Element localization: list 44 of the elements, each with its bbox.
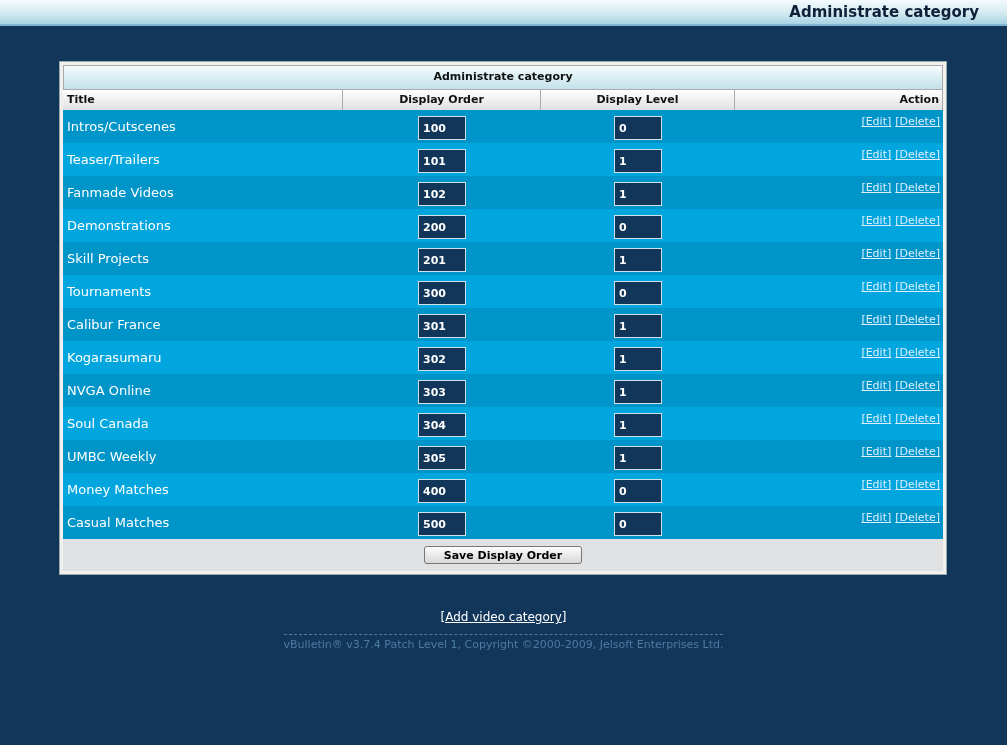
display-level-field[interactable]: 1 [614,314,662,338]
category-title: Intros/Cutscenes [67,119,176,134]
copyright-footer: vBulletin® v3.7.4 Patch Level 1, Copyright ©2000-2009, Jelsoft Enterprises Ltd. [283,634,724,654]
category-title: Soul Canada [67,416,149,431]
display-order-field[interactable]: 500 [418,512,466,536]
save-display-order-button[interactable]: Save Display Order [424,546,582,564]
display-order-field[interactable]: 102 [418,182,466,206]
category-title: Demonstrations [67,218,171,233]
display-level-field[interactable]: 1 [614,248,662,272]
table-title: Administrate category [433,69,573,86]
page-title: Administrate category [789,1,979,23]
category-title: NVGA Online [67,383,151,398]
display-level-field[interactable]: 0 [614,281,662,305]
add-video-category-link[interactable]: [Add video category] [440,608,567,626]
display-level-field[interactable]: 1 [614,413,662,437]
display-order-field[interactable]: 304 [418,413,466,437]
category-title: Calibur France [67,317,161,332]
display-level-field[interactable]: 0 [614,512,662,536]
display-order-field[interactable]: 301 [418,314,466,338]
display-order-field[interactable]: 100 [418,116,466,140]
display-level-field[interactable]: 0 [614,116,662,140]
category-title: Kogarasumaru [67,350,162,365]
display-order-field[interactable]: 200 [418,215,466,239]
display-order-field[interactable]: 302 [418,347,466,371]
display-order-field[interactable]: 400 [418,479,466,503]
category-title: Fanmade Videos [67,185,174,200]
display-level-field[interactable]: 1 [614,380,662,404]
category-title: Money Matches [67,482,169,497]
display-level-field[interactable]: 1 [614,347,662,371]
display-level-field[interactable]: 0 [614,479,662,503]
display-level-field[interactable]: 0 [614,215,662,239]
category-title: Skill Projects [67,251,149,266]
category-title: Teaser/Trailers [67,152,160,167]
display-level-field[interactable]: 1 [614,149,662,173]
display-level-field[interactable]: 1 [614,182,662,206]
category-title: UMBC Weekly [67,449,157,464]
category-title: Casual Matches [67,515,170,530]
display-order-field[interactable]: 300 [418,281,466,305]
display-order-field[interactable]: 305 [418,446,466,470]
display-order-field[interactable]: 303 [418,380,466,404]
display-level-field[interactable]: 1 [614,446,662,470]
display-order-field[interactable]: 101 [418,149,466,173]
display-order-field[interactable]: 201 [418,248,466,272]
category-title: Tournaments [67,284,152,299]
